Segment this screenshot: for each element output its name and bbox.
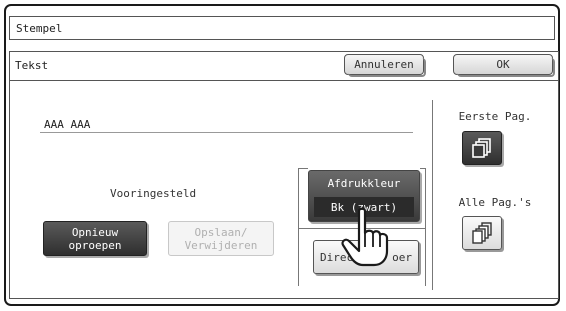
dialog-title-bar: Stempel — [9, 16, 555, 40]
ok-button[interactable]: OK — [453, 54, 555, 77]
print-color-label: Afdrukkleur — [327, 177, 401, 190]
dialog-title: Stempel — [16, 22, 63, 35]
middle-divider-right — [425, 168, 426, 286]
text-header-label: Tekst — [15, 59, 49, 72]
pointing-hand-icon — [341, 207, 389, 267]
right-divider — [432, 100, 433, 290]
pages-stack-icon — [472, 138, 491, 158]
stamp-text-panel: Tekst Annuleren OK — [9, 51, 559, 299]
first-page-button[interactable] — [462, 131, 502, 165]
middle-divider-left — [298, 168, 299, 286]
all-pages-button[interactable] — [462, 216, 502, 250]
stamp-text-value[interactable]: AAA AAA — [44, 118, 90, 131]
middle-divider-top-left — [298, 168, 308, 169]
text-header: Tekst Annuleren OK — [10, 52, 558, 81]
stamp-text-underline — [40, 132, 413, 133]
direct-input-label-suffix: oer — [392, 250, 412, 264]
cancel-button[interactable]: Annuleren — [344, 54, 426, 77]
first-page-label: Eerste Pag. — [458, 110, 532, 123]
save-delete-preset-button[interactable]: Opslaan/ Verwijderen — [168, 221, 274, 256]
middle-divider-top-right — [420, 168, 425, 169]
preset-label: Vooringesteld — [110, 187, 197, 200]
all-pages-label: Alle Pag.'s — [458, 196, 532, 209]
recall-preset-button[interactable]: Opnieuw oproepen — [43, 221, 147, 256]
multi-pages-stack-icon — [472, 222, 492, 244]
